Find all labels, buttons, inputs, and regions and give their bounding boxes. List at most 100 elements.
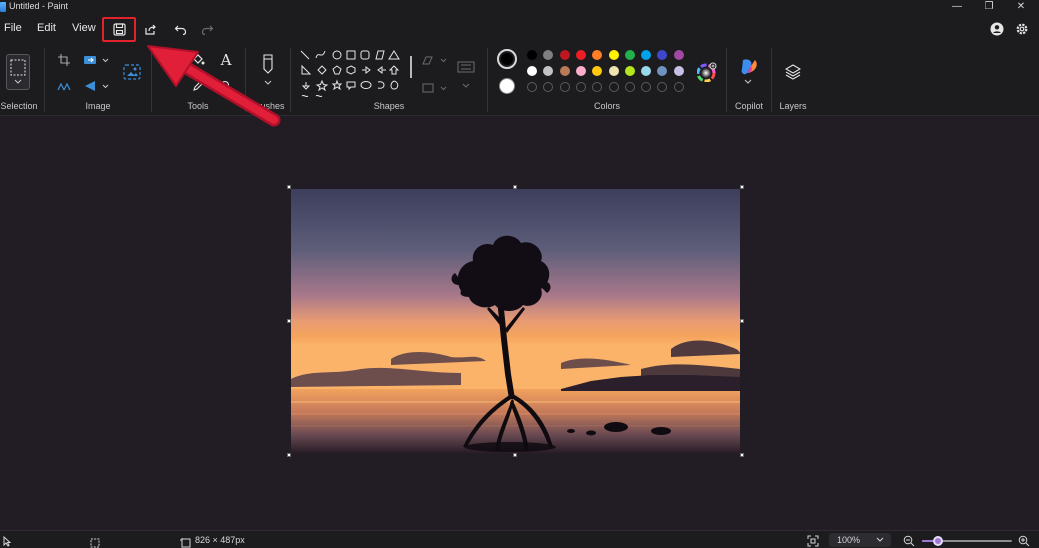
palette-swatch[interactable] xyxy=(657,66,668,76)
shape-fill-button[interactable] xyxy=(420,80,450,96)
ribbon-separator xyxy=(151,48,152,112)
selection-size-indicator xyxy=(90,535,100,548)
palette-swatch[interactable] xyxy=(673,66,684,76)
canvas-size-indicator xyxy=(180,535,191,548)
rotate-button[interactable] xyxy=(82,79,110,93)
shape-size-button[interactable] xyxy=(456,60,476,74)
resize-handle-bottom[interactable] xyxy=(513,453,517,457)
account-button[interactable] xyxy=(990,22,1004,36)
close-button[interactable]: ✕ xyxy=(1005,0,1037,14)
palette-swatch[interactable] xyxy=(592,50,603,60)
shape-size-dropdown[interactable] xyxy=(460,80,472,92)
palette-swatch[interactable] xyxy=(608,50,619,60)
brushes-button[interactable] xyxy=(257,52,279,88)
palette-swatch[interactable] xyxy=(657,50,668,60)
palette-swatch[interactable] xyxy=(592,66,603,76)
account-icon xyxy=(990,22,1004,36)
crop-button[interactable] xyxy=(56,53,72,67)
layers-button[interactable] xyxy=(783,62,803,82)
custom-color-slot[interactable] xyxy=(559,82,570,92)
palette-swatch[interactable] xyxy=(673,50,684,60)
resize-handle-right[interactable] xyxy=(740,319,744,323)
resize-handle-bottom-left[interactable] xyxy=(287,453,291,457)
zoom-slider-thumb[interactable] xyxy=(933,536,944,546)
palette-swatch[interactable] xyxy=(559,50,570,60)
edit-colors-button[interactable] xyxy=(696,62,718,82)
shape-fill-icon xyxy=(422,83,447,93)
custom-color-slot[interactable] xyxy=(527,82,537,92)
share-button[interactable] xyxy=(139,19,161,39)
palette-swatch[interactable] xyxy=(575,50,586,60)
image-creator-button[interactable] xyxy=(122,63,142,81)
menu-file[interactable]: File xyxy=(4,22,22,34)
settings-button[interactable] xyxy=(1015,22,1029,36)
custom-color-slot[interactable] xyxy=(641,82,652,92)
custom-color-slot[interactable] xyxy=(624,82,635,92)
palette-swatch[interactable] xyxy=(608,66,619,76)
custom-color-slot[interactable] xyxy=(673,82,684,92)
undo-button[interactable] xyxy=(169,19,191,39)
ribbon-toolbar: Selection Image A Tools Brushes Shapes C… xyxy=(0,44,1039,116)
maximize-button[interactable]: ❐ xyxy=(973,0,1005,14)
palette-swatch[interactable] xyxy=(641,66,652,76)
shape-outline-button[interactable] xyxy=(420,52,450,68)
zoom-level-dropdown[interactable]: 100% xyxy=(829,533,891,547)
ribbon-separator xyxy=(487,48,488,112)
canvas-size-icon xyxy=(180,538,191,548)
resize-handle-top[interactable] xyxy=(513,185,517,189)
primary-color-fill xyxy=(501,53,513,65)
custom-color-slot[interactable] xyxy=(592,82,603,92)
custom-color-slot[interactable] xyxy=(575,82,586,92)
line-size-icon xyxy=(457,61,475,73)
zoom-in-button[interactable] xyxy=(1018,534,1030,547)
chevron-down-icon xyxy=(462,83,470,88)
selection-tool-button[interactable] xyxy=(6,54,30,90)
canvas-image[interactable] xyxy=(291,189,740,454)
palette-swatch[interactable] xyxy=(527,50,537,60)
resize-handle-top-right[interactable] xyxy=(740,185,744,189)
resize-button[interactable] xyxy=(82,53,110,67)
copilot-button[interactable] xyxy=(737,56,761,86)
palette-swatch[interactable] xyxy=(543,66,554,76)
menu-bar: File Edit View xyxy=(0,14,1039,44)
sunset-mangrove-photo xyxy=(291,189,740,454)
shapes-scrollbar[interactable] xyxy=(410,56,412,78)
palette-swatch[interactable] xyxy=(575,66,586,76)
shapes-gallery[interactable] xyxy=(298,48,410,100)
menu-view[interactable]: View xyxy=(72,22,96,34)
redo-icon xyxy=(201,25,213,35)
copilot-icon xyxy=(741,59,757,84)
palette-swatch[interactable] xyxy=(543,50,554,60)
palette-swatch[interactable] xyxy=(559,66,570,76)
palette-swatch[interactable] xyxy=(624,50,635,60)
resize-handle-top-left[interactable] xyxy=(287,185,291,189)
redo-button[interactable] xyxy=(196,19,218,39)
save-button[interactable] xyxy=(108,19,130,39)
zoom-out-icon xyxy=(903,535,915,547)
rotate-icon xyxy=(85,81,109,91)
remove-background-icon xyxy=(57,82,71,91)
custom-color-slot[interactable] xyxy=(608,82,619,92)
fit-to-window-button[interactable] xyxy=(807,534,819,547)
pencil-tool-button[interactable] xyxy=(189,78,207,94)
palette-swatch[interactable] xyxy=(527,66,537,76)
magnifier-tool-button[interactable] xyxy=(216,78,236,94)
resize-handle-bottom-right[interactable] xyxy=(740,453,744,457)
group-label-copilot: Copilot xyxy=(734,101,763,111)
text-tool-button[interactable]: A xyxy=(216,50,236,70)
primary-color-swatch[interactable] xyxy=(497,49,517,69)
custom-color-slot[interactable] xyxy=(543,82,554,92)
zoom-out-button[interactable] xyxy=(903,534,915,547)
menu-edit[interactable]: Edit xyxy=(37,22,56,34)
remove-background-button[interactable] xyxy=(56,79,72,93)
layers-icon xyxy=(785,64,801,80)
zoom-in-icon xyxy=(1018,535,1030,547)
palette-swatch[interactable] xyxy=(624,66,635,76)
zoom-slider[interactable] xyxy=(922,536,1012,546)
custom-color-slot[interactable] xyxy=(657,82,668,92)
secondary-color-swatch[interactable] xyxy=(499,78,515,94)
fill-tool-button[interactable] xyxy=(189,52,207,68)
minimize-button[interactable]: — xyxy=(941,0,973,14)
resize-handle-left[interactable] xyxy=(287,319,291,323)
palette-swatch[interactable] xyxy=(641,50,652,60)
